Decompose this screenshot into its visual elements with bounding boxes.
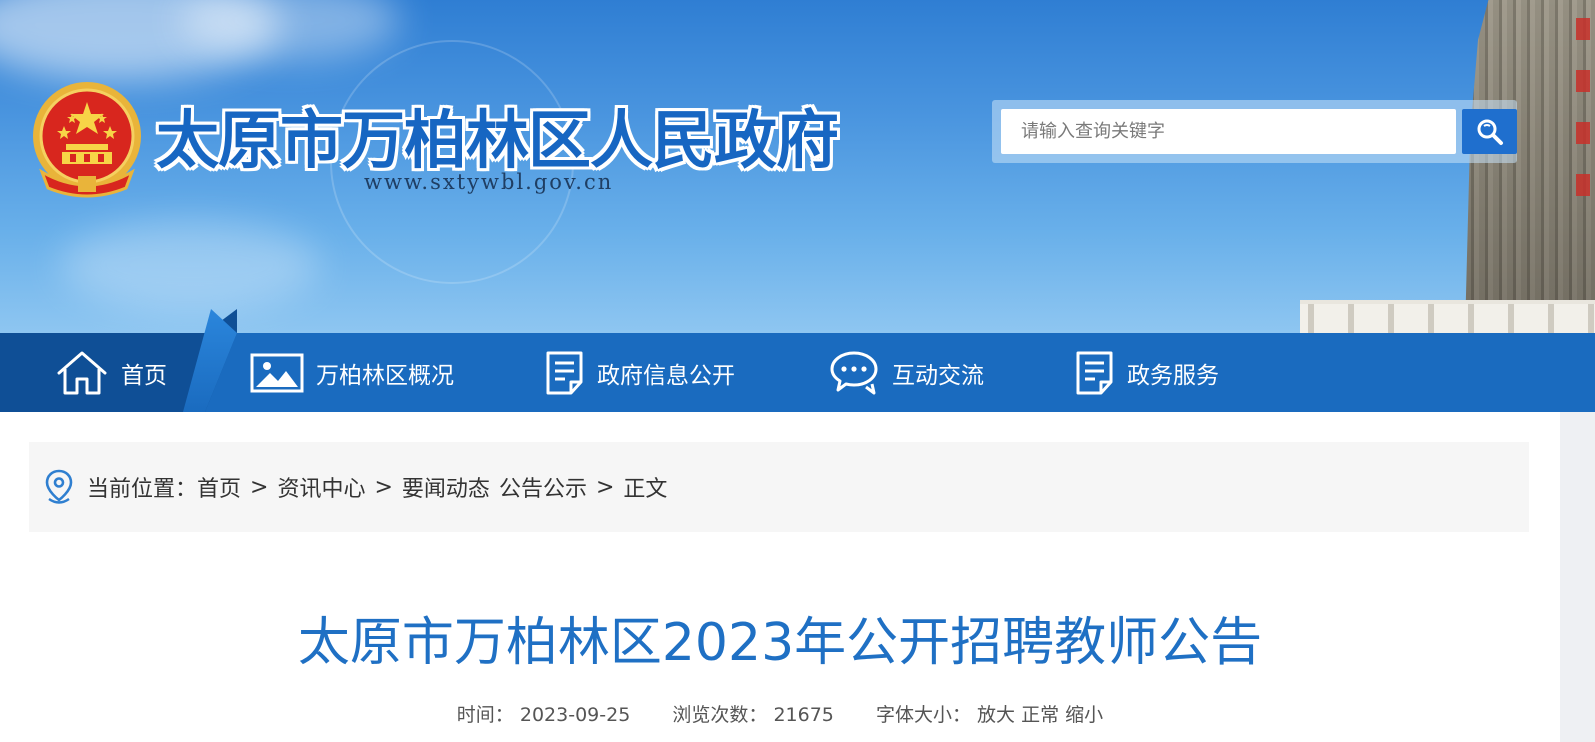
nav-item-services[interactable]: 政务服务 <box>1075 333 1219 412</box>
nav-item-home[interactable]: 首页 <box>55 333 167 412</box>
font-size-label: 字体大小： <box>875 704 971 726</box>
document-icon <box>546 351 583 394</box>
breadcrumb-announcements[interactable]: 公告公示 <box>499 471 587 503</box>
breadcrumb-separator: > <box>374 474 393 500</box>
breadcrumb-home[interactable]: 首页 <box>197 471 241 503</box>
nav-item-label: 万柏林区概况 <box>316 362 454 389</box>
article-meta: 时间： 2023-09-25 浏览次数： 21675 字体大小： 放大 正常 缩… <box>0 700 1560 727</box>
railing-decoration <box>1300 300 1595 333</box>
publish-date: 2023-09-25 <box>519 704 631 726</box>
nav-item-label: 政务服务 <box>1127 362 1219 389</box>
article-title: 太原市万柏林区2023年公开招聘教师公告 <box>297 613 1263 673</box>
nav-item-overview[interactable]: 万柏林区概况 <box>250 333 454 412</box>
font-size-smaller-button[interactable]: 缩小 <box>1065 704 1103 726</box>
monument-inscription <box>1576 18 1590 208</box>
breadcrumb-separator: > <box>595 474 615 500</box>
chat-icon <box>830 351 878 394</box>
nav-item-interaction[interactable]: 互动交流 <box>830 333 984 412</box>
nav-item-label: 政府信息公开 <box>597 362 735 389</box>
breadcrumb-news-center[interactable]: 资讯中心 <box>277 471 365 503</box>
breadcrumb-separator: > <box>250 474 269 500</box>
search-icon <box>1477 119 1503 145</box>
nav-item-label: 互动交流 <box>892 362 984 389</box>
search-button[interactable] <box>1462 109 1517 154</box>
font-size-larger-button[interactable]: 放大 <box>977 704 1015 726</box>
header-banner: 太原市万柏林区人民政府 www.sxtywbl.gov.cn <box>0 0 1595 333</box>
breadcrumb-news[interactable]: 要闻动态 <box>402 471 490 503</box>
home-icon <box>57 351 107 394</box>
breadcrumb-prefix: 当前位置： <box>87 477 198 502</box>
font-size-normal-button[interactable]: 正常 <box>1021 704 1059 726</box>
time-label: 时间： <box>456 704 514 726</box>
national-emblem-icon[interactable] <box>28 80 146 202</box>
site-url: www.sxtywbl.gov.cn <box>364 170 614 194</box>
document-icon <box>1076 351 1113 394</box>
picture-icon <box>250 353 304 392</box>
breadcrumb: 当前位置： 首页 > 资讯中心 > 要闻动态 公告公示 > 正文 <box>29 442 1529 532</box>
breadcrumb-current: 正文 <box>623 477 668 502</box>
main-nav <box>0 333 1595 412</box>
view-count: 21675 <box>773 704 834 726</box>
nav-item-label: 首页 <box>121 362 167 389</box>
site-title: 太原市万柏林区人民政府 <box>156 103 839 177</box>
page-side-shade <box>1560 412 1595 742</box>
nav-item-gov-info[interactable]: 政府信息公开 <box>545 333 735 412</box>
cloud-decoration <box>60 220 320 310</box>
search-input[interactable] <box>1001 109 1456 154</box>
views-label: 浏览次数： <box>672 704 768 726</box>
location-pin-icon <box>45 469 73 504</box>
